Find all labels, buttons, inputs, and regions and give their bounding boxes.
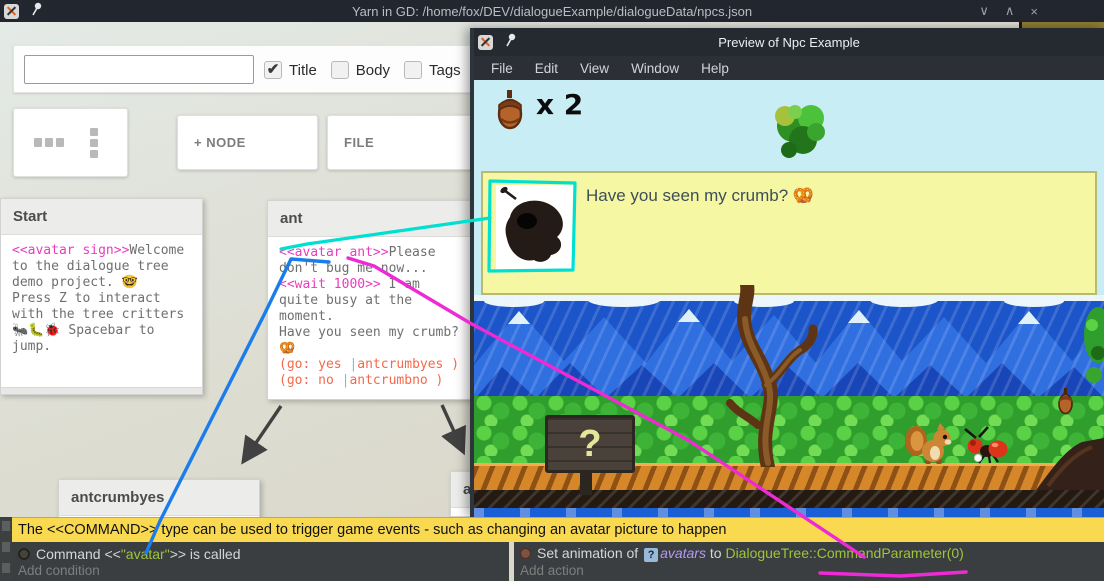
dead-tree-sprite: [686, 285, 836, 467]
root-sprite: [1030, 432, 1104, 492]
checkbox-box[interactable]: ✔: [264, 61, 282, 79]
minimize-button[interactable]: ∨: [979, 3, 989, 19]
layout-toggle-button[interactable]: [13, 108, 128, 177]
item-count-label: x 2: [536, 88, 583, 121]
checkbox-box[interactable]: [331, 61, 349, 79]
grid-view-icon: [90, 128, 98, 158]
red-ant-sprite: [962, 426, 1008, 464]
preview-window-title: Preview of Npc Example: [474, 35, 1104, 50]
yarn-titlebar: Yarn in GD: /home/fox/DEV/dialogueExampl…: [0, 0, 1104, 22]
set-animation-icon: [520, 548, 531, 559]
pin-icon[interactable]: [31, 2, 43, 21]
node-ant[interactable]: ant <<avatar ant>>Pleasedon't bug me now…: [267, 200, 478, 400]
close-button[interactable]: ×: [1030, 4, 1038, 19]
node-body[interactable]: <<avatar ant>>Pleasedon't bug me now...<…: [268, 237, 477, 397]
action-text: Set animation of ?avatars to DialogueTre…: [537, 545, 964, 561]
menu-window[interactable]: Window: [622, 61, 688, 76]
command-trigger-icon: [18, 548, 30, 560]
node-title[interactable]: Start: [1, 199, 202, 235]
preview-titlebar[interactable]: Preview of Npc Example: [474, 28, 1104, 56]
question-sign: ?: [545, 415, 635, 473]
condition-panel[interactable]: Command <<"avatar">> is called Add condi…: [12, 542, 509, 581]
node-footer: [1, 387, 202, 394]
menu-file[interactable]: File: [482, 61, 522, 76]
search-input[interactable]: [24, 55, 254, 84]
list-view-icon: [34, 138, 64, 147]
file-menu-button[interactable]: FILE: [327, 115, 480, 170]
node-body[interactable]: <<avatar sign>>Welcometo the dialogue tr…: [1, 235, 202, 363]
add-condition-button[interactable]: Add condition: [12, 561, 509, 578]
acorn-item-icon: [496, 88, 524, 134]
preview-menubar: File Edit View Window Help: [474, 56, 1104, 80]
node-start[interactable]: Start <<avatar sign>>Welcometo the dialo…: [0, 198, 203, 395]
background-window-highlight-line: [1022, 21, 1104, 28]
filter-body-checkbox[interactable]: Body: [331, 61, 390, 79]
info-banner-text: The <<COMMAND>> type can be used to trig…: [18, 522, 727, 538]
dialogue-box: Have you seen my crumb? 🥨: [481, 171, 1097, 295]
yarn-window-title: Yarn in GD: /home/fox/DEV/dialogueExampl…: [0, 4, 1104, 19]
node-title[interactable]: ant: [268, 201, 477, 237]
add-node-button[interactable]: + NODE: [177, 115, 318, 170]
filter-title-checkbox[interactable]: ✔ Title: [264, 61, 317, 79]
ant-avatar-image: [496, 185, 575, 270]
menu-help[interactable]: Help: [692, 61, 738, 76]
node-title[interactable]: antcrumbyes: [59, 480, 259, 516]
filter-tags-checkbox[interactable]: Tags: [404, 61, 461, 79]
preview-window: Preview of Npc Example File Edit View Wi…: [470, 28, 1104, 517]
log-underside: [474, 490, 1104, 508]
search-toolbar: ✔ Title Body Tags: [13, 45, 481, 93]
dialogue-text: Have you seen my crumb? 🥨: [586, 186, 814, 206]
game-viewport[interactable]: x 2: [474, 80, 1104, 517]
sign-post: [580, 473, 592, 495]
action-panel[interactable]: Set animation of ?avatars to DialogueTre…: [514, 542, 1104, 581]
menu-edit[interactable]: Edit: [526, 61, 567, 76]
preview-pin-icon[interactable]: [505, 33, 517, 52]
add-action-button[interactable]: Add action: [514, 561, 1104, 578]
condition-text: Command <<"avatar">> is called: [36, 546, 241, 562]
water-strip: [474, 508, 1104, 517]
menu-view[interactable]: View: [571, 61, 618, 76]
foliage-edge-sprite: [1074, 305, 1104, 405]
left-edge-strip: [0, 517, 12, 581]
app-icon: [4, 4, 19, 19]
squirrel-sprite: [905, 423, 953, 465]
hanging-acorn-sprite: [1058, 388, 1073, 416]
maximize-button[interactable]: ∧: [1005, 3, 1015, 19]
info-banner: The <<COMMAND>> type can be used to trig…: [12, 517, 1104, 542]
bush-sprite: [769, 98, 833, 164]
preview-app-icon: [478, 35, 493, 50]
checkbox-box[interactable]: [404, 61, 422, 79]
screen: Yarn in GD: /home/fox/DEV/dialogueExampl…: [0, 0, 1104, 581]
